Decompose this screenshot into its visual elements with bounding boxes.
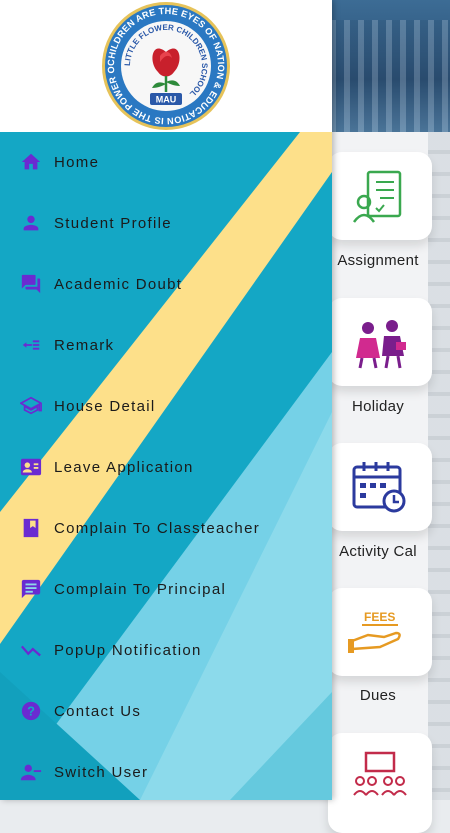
menu-item-contact-us[interactable]: ? Contact Us	[0, 687, 332, 735]
logo-badge-text: MAU	[156, 95, 177, 105]
person-remove-icon	[19, 760, 43, 784]
menu-item-label: Complain To Classteacher	[54, 519, 261, 537]
menu-item-house-detail[interactable]: House Detail	[0, 382, 332, 430]
menu-item-label: Complain To Principal	[54, 580, 227, 598]
menu-item-academic-doubt[interactable]: Academic Doubt	[0, 260, 332, 308]
tile-classroom[interactable]	[328, 733, 432, 833]
tile-label-holiday: Holiday	[351, 398, 405, 415]
tile-label-activity-cal: Activity Cal	[339, 543, 417, 560]
menu-item-complain-to-principal[interactable]: Complain To Principal	[0, 565, 332, 613]
menu-item-label: Leave Application	[54, 458, 194, 476]
menu-item-label: Academic Doubt	[54, 275, 183, 293]
help-icon: ?	[19, 699, 43, 723]
tile-dues[interactable]: FEES	[328, 588, 432, 676]
chat-bubbles-icon	[19, 272, 43, 296]
holiday-icon	[356, 320, 406, 369]
menu-item-popup-notification[interactable]: PopUp Notification	[0, 626, 332, 674]
menu-item-label: Home	[54, 153, 100, 171]
menu-item-switch-user[interactable]: Switch User	[0, 748, 332, 796]
person-icon	[19, 211, 43, 235]
svg-text:?: ?	[27, 704, 35, 719]
menu-item-student-profile[interactable]: Student Profile	[0, 199, 332, 247]
menu-item-label: House Detail	[54, 397, 156, 415]
flag-book-icon	[19, 516, 43, 540]
drawer-header: CHILDREN ARE THE EYES OF NATION & EDUCAT…	[0, 0, 332, 132]
navigation-drawer: CHILDREN ARE THE EYES OF NATION & EDUCAT…	[0, 0, 332, 800]
fees-hand-icon: FEES	[348, 610, 401, 653]
menu-item-label: PopUp Notification	[54, 641, 202, 659]
tile-activity-cal[interactable]	[328, 443, 432, 531]
menu-item-label: Remark	[54, 336, 115, 354]
assignment-icon	[352, 170, 402, 223]
calendar-clock-icon	[352, 462, 406, 513]
school-logo: CHILDREN ARE THE EYES OF NATION & EDUCAT…	[100, 0, 230, 130]
message-lines-icon	[19, 577, 43, 601]
menu-item-label: Switch User	[54, 763, 149, 781]
tile-label-assignment: Assignment	[337, 252, 419, 269]
menu-item-label: Student Profile	[54, 214, 172, 232]
tile-label-dues: Dues	[359, 687, 397, 704]
contact-card-icon	[19, 455, 43, 479]
classroom-icon	[353, 751, 407, 796]
tile-holiday[interactable]	[328, 298, 432, 386]
menu-item-home[interactable]: Home	[0, 138, 332, 186]
menu-item-complain-to-classteacher[interactable]: Complain To Classteacher	[0, 504, 332, 552]
menu-item-remark[interactable]: Remark	[0, 321, 332, 369]
home-icon	[19, 150, 43, 174]
menu-item-label: Contact Us	[54, 702, 142, 720]
fees-icon-text: FEES	[364, 610, 395, 624]
menu-item-leave-application[interactable]: Leave Application	[0, 443, 332, 491]
graduation-cap-icon	[19, 394, 43, 418]
checkmark-trend-icon	[19, 638, 43, 662]
tile-assignment[interactable]	[328, 152, 432, 240]
indent-list-icon	[19, 333, 43, 357]
